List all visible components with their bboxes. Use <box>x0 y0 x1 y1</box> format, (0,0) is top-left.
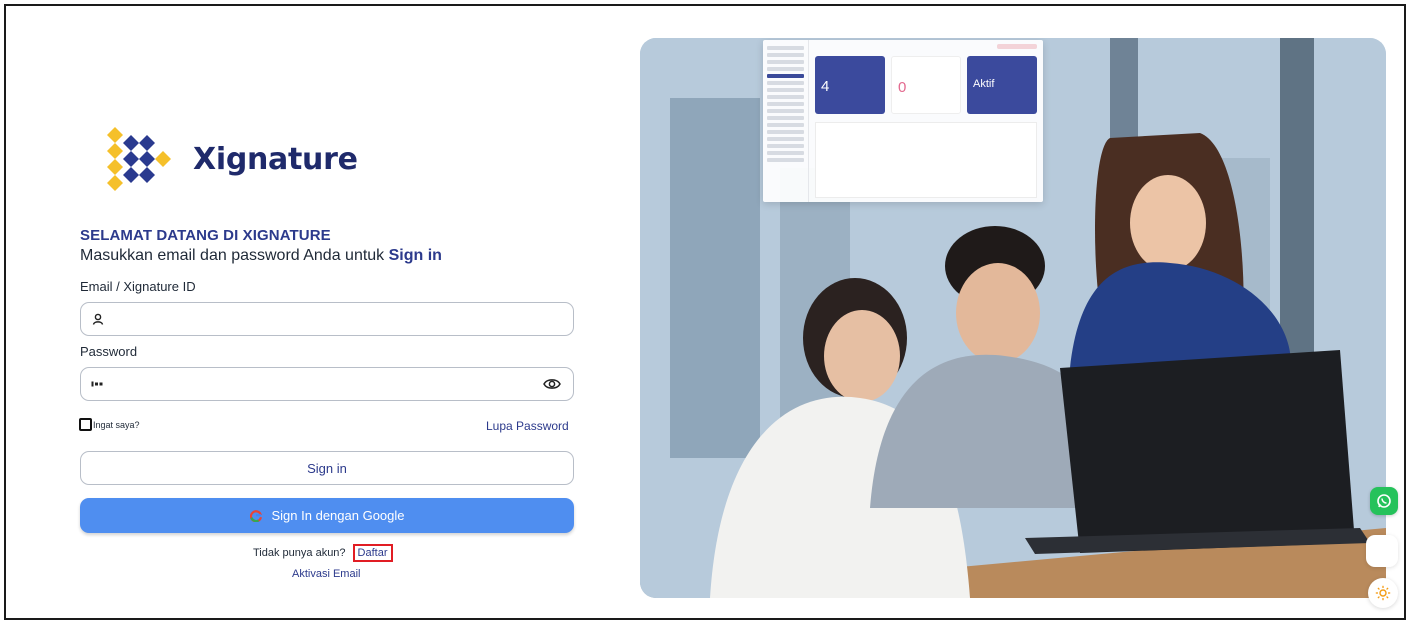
theme-toggle-button[interactable] <box>1368 578 1398 608</box>
whatsapp-icon <box>1377 494 1391 508</box>
email-label: Email / Xignature ID <box>80 279 196 294</box>
remember-label: Ingat saya? <box>93 419 140 430</box>
dashboard-preview: 4 0 Aktif <box>763 40 1043 202</box>
google-button-label: Sign In dengan Google <box>271 508 405 523</box>
hero-image: 4 0 Aktif <box>640 38 1386 598</box>
logo-mark-icon <box>107 127 171 191</box>
dashboard-card: 0 <box>891 56 961 114</box>
google-icon <box>249 509 262 522</box>
subtitle-text: Masukkan email dan password Anda untuk <box>80 247 389 264</box>
password-field[interactable] <box>80 367 574 401</box>
brand-logo: Xignature <box>101 125 358 193</box>
dashboard-card-value: Aktif <box>973 78 995 90</box>
user-icon <box>91 312 105 326</box>
register-prompt: Tidak punya akun? Daftar <box>253 544 393 562</box>
eye-icon[interactable] <box>541 376 563 392</box>
key-icon <box>91 377 105 391</box>
whatsapp-button[interactable] <box>1370 487 1398 515</box>
dashboard-table <box>815 122 1037 198</box>
chat-widget-button[interactable] <box>1366 535 1398 567</box>
password-input[interactable] <box>113 376 541 392</box>
dashboard-topbar <box>809 43 1043 52</box>
remember-me[interactable]: Ingat saya? <box>79 418 140 431</box>
dashboard-sidebar <box>763 40 809 202</box>
sign-in-button[interactable]: Sign in <box>80 451 574 485</box>
login-subtitle: Masukkan email dan password Anda untuk S… <box>80 247 442 265</box>
dashboard-card: 4 <box>815 56 885 114</box>
forgot-password-link[interactable]: Lupa Password <box>486 419 569 433</box>
subtitle-action: Sign in <box>388 247 442 264</box>
brand-name: Xignature <box>193 141 358 177</box>
email-field[interactable] <box>80 302 574 336</box>
password-label: Password <box>80 344 138 359</box>
dashboard-card: Aktif <box>967 56 1037 114</box>
email-input[interactable] <box>113 311 563 327</box>
no-account-text: Tidak punya akun? <box>253 547 346 559</box>
activate-email-link[interactable]: Aktivasi Email <box>292 568 360 580</box>
register-link[interactable]: Daftar <box>352 544 393 562</box>
remember-checkbox[interactable] <box>79 418 92 431</box>
welcome-heading: SELAMAT DATANG DI XIGNATURE <box>80 227 331 244</box>
dashboard-card-value: 0 <box>898 79 907 96</box>
dashboard-card-value: 4 <box>821 78 830 95</box>
sun-icon <box>1375 585 1391 601</box>
google-sign-in-button[interactable]: Sign In dengan Google <box>80 498 574 533</box>
